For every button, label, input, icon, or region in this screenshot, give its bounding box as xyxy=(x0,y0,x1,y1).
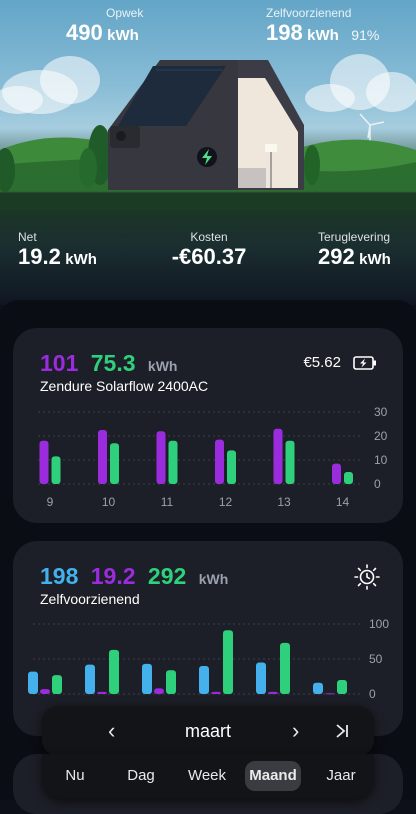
bar xyxy=(313,682,323,694)
x-tick-label: 11 xyxy=(161,495,174,509)
x-tick-label: 14 xyxy=(336,495,350,509)
tab-jaar[interactable]: Jaar xyxy=(308,754,374,798)
battery-bar-chart: 0 10 20 30 9 10 11 12 13 14 xyxy=(38,405,388,509)
y-tick-label: 50 xyxy=(369,652,383,666)
self-sufficient-percent: 91% xyxy=(351,27,380,43)
skip-to-end-icon[interactable] xyxy=(334,723,350,739)
bar xyxy=(97,691,107,694)
y-tick-label: 0 xyxy=(369,687,376,701)
bar xyxy=(215,439,224,484)
month-navigator: maart ‹ › xyxy=(42,706,374,756)
bar xyxy=(154,688,164,694)
self-sufficient-unit: kWh xyxy=(307,27,339,44)
battery-value-purple: 101 xyxy=(40,350,79,376)
net-value: 19.2 xyxy=(18,244,61,269)
self-unit: kWh xyxy=(198,571,229,587)
self-value-green: 292 xyxy=(147,563,187,589)
self-sufficient-stat: Zelfvoorzienend 198 kWh 91% xyxy=(266,6,379,46)
self-card-title: Zelfvoorzienend xyxy=(40,591,140,607)
y-tick-label: 100 xyxy=(369,617,389,631)
self-sufficient-value: 198 xyxy=(266,20,303,45)
bar xyxy=(156,431,166,484)
bar xyxy=(227,450,236,484)
net-unit: kWh xyxy=(65,251,97,268)
bar xyxy=(280,642,290,694)
battery-totals: 101 75.3 kWh xyxy=(40,350,177,377)
y-tick-label: 20 xyxy=(374,429,388,443)
costs-label: Kosten xyxy=(190,230,228,244)
bar xyxy=(256,662,266,694)
self-sufficient-bar-chart: 0 50 100 xyxy=(28,617,389,701)
bar xyxy=(40,689,50,694)
device-name: Zendure Solarflow 2400AC xyxy=(40,378,209,394)
bar xyxy=(142,663,152,694)
costs-value: -€60.37 xyxy=(171,244,247,269)
sun-clock-icon[interactable] xyxy=(353,563,381,591)
production-unit: kWh xyxy=(107,27,139,44)
bar xyxy=(85,664,95,694)
bar xyxy=(28,671,38,694)
energy-overview-header: Opwek 490 kWh Zelfvoorzienend 198 kWh 91… xyxy=(0,0,416,305)
bar xyxy=(325,693,335,695)
self-sufficient-label: Zelfvoorzienend xyxy=(266,6,352,20)
bar xyxy=(332,463,341,484)
costs-stat: Kosten -€60.37 xyxy=(166,230,252,270)
feed-in-label: Teruglevering xyxy=(318,230,391,244)
bar xyxy=(109,649,119,694)
production-stat: Opwek 490 kWh xyxy=(66,6,143,46)
bar xyxy=(52,675,62,694)
y-tick-label: 10 xyxy=(374,453,388,467)
bar xyxy=(199,666,209,694)
bar xyxy=(273,428,283,484)
bar xyxy=(39,440,49,484)
bar xyxy=(344,472,353,484)
battery-value-green: 75.3 xyxy=(90,350,136,376)
x-tick-label: 10 xyxy=(102,495,116,509)
feed-in-stat: Teruglevering 292 kWh xyxy=(318,230,391,270)
net-stat: Net 19.2 kWh xyxy=(18,230,97,270)
y-tick-label: 0 xyxy=(374,477,381,491)
bar xyxy=(223,630,233,694)
bar xyxy=(98,430,107,484)
bar xyxy=(285,440,295,484)
feed-in-unit: kWh xyxy=(359,251,391,268)
bar xyxy=(110,443,119,484)
self-value-blue: 198 xyxy=(40,563,79,589)
production-label: Opwek xyxy=(106,6,144,20)
chevron-right-icon[interactable]: › xyxy=(292,706,299,756)
bar xyxy=(211,691,221,694)
bar xyxy=(337,680,347,694)
x-tick-label: 12 xyxy=(219,495,233,509)
bar xyxy=(166,670,176,694)
battery-charging-icon xyxy=(353,356,376,370)
tab-nu[interactable]: Nu xyxy=(42,754,108,798)
period-tabs: Nu Dag Week Maand Jaar xyxy=(42,754,374,798)
x-tick-label: 9 xyxy=(47,495,54,509)
production-value: 490 xyxy=(66,20,103,45)
net-label: Net xyxy=(18,230,37,244)
tab-week[interactable]: Week xyxy=(174,754,240,798)
x-tick-label: 13 xyxy=(277,495,291,509)
self-totals: 198 19.2 292 kWh xyxy=(40,563,228,590)
feed-in-value: 292 xyxy=(318,244,355,269)
battery-unit: kWh xyxy=(147,358,178,374)
bar xyxy=(168,440,178,484)
battery-card[interactable]: 101 75.3 kWh Zendure Solarflow 2400AC €5… xyxy=(13,328,403,523)
month-label: maart xyxy=(184,721,231,741)
self-value-purple: 19.2 xyxy=(90,563,136,589)
savings-value: €5.62 xyxy=(303,354,341,371)
bar xyxy=(51,456,61,484)
bar xyxy=(268,691,278,694)
chevron-left-icon[interactable]: ‹ xyxy=(108,706,115,756)
y-tick-label: 30 xyxy=(374,405,388,419)
tab-dag[interactable]: Dag xyxy=(108,754,174,798)
tab-maand[interactable]: Maand xyxy=(245,761,301,791)
